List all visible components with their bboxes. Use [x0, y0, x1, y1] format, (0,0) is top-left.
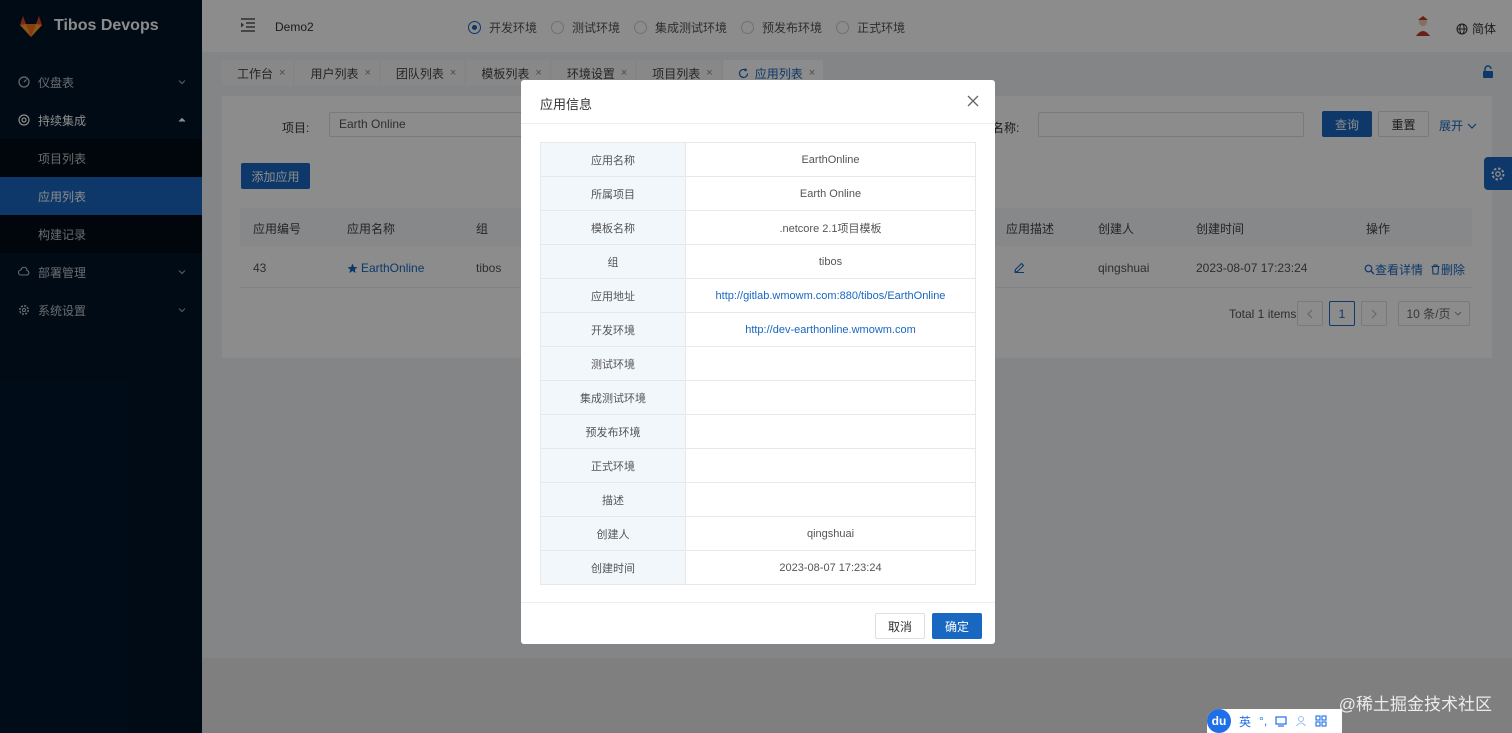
info-value [685, 482, 976, 517]
info-value [685, 380, 976, 415]
info-row: 应用地址 http://gitlab.wmowm.com:880/tibos/Ea… [540, 278, 976, 313]
info-value [685, 414, 976, 449]
info-value: 2023-08-07 17:23:24 [685, 550, 976, 585]
info-value: .netcore 2.1项目模板 [685, 210, 976, 245]
info-row: 应用名称 EarthOnline [540, 142, 976, 177]
info-key: 集成测试环境 [540, 380, 686, 415]
info-row: 正式环境 [540, 448, 976, 483]
info-row: 所属项目 Earth Online [540, 176, 976, 211]
info-row: 创建时间 2023-08-07 17:23:24 [540, 550, 976, 585]
info-key: 模板名称 [540, 210, 686, 245]
info-key: 描述 [540, 482, 686, 517]
grid-icon[interactable] [1315, 715, 1327, 727]
info-key: 组 [540, 244, 686, 279]
info-value: EarthOnline [685, 142, 976, 177]
user-icon[interactable] [1295, 715, 1307, 727]
ime-toolbar[interactable]: du 英 °, [1207, 709, 1342, 733]
dev-env-url-link[interactable]: http://dev-earthonline.wmowm.com [685, 312, 976, 347]
info-value: qingshuai [685, 516, 976, 551]
baidu-ime-logo[interactable]: du [1207, 709, 1231, 733]
info-row: 描述 [540, 482, 976, 517]
info-key: 创建人 [540, 516, 686, 551]
info-value [685, 346, 976, 381]
info-row: 测试环境 [540, 346, 976, 381]
modal-title: 应用信息 [540, 97, 593, 112]
info-key: 应用地址 [540, 278, 686, 313]
close-icon[interactable] [966, 94, 980, 108]
info-row: 预发布环境 [540, 414, 976, 449]
modal-footer: 取消 确定 [521, 602, 995, 644]
info-row: 集成测试环境 [540, 380, 976, 415]
repo-url-link[interactable]: http://gitlab.wmowm.com:880/tibos/EarthO… [685, 278, 976, 313]
info-value [685, 448, 976, 483]
info-value: tibos [685, 244, 976, 279]
info-key: 开发环境 [540, 312, 686, 347]
ok-button[interactable]: 确定 [932, 613, 982, 639]
info-key: 正式环境 [540, 448, 686, 483]
info-key: 所属项目 [540, 176, 686, 211]
punctuation-icon[interactable]: °, [1259, 714, 1267, 728]
info-key: 预发布环境 [540, 414, 686, 449]
ime-mode[interactable]: 英 [1239, 713, 1251, 730]
keyboard-icon[interactable] [1275, 715, 1287, 727]
info-key: 测试环境 [540, 346, 686, 381]
info-row: 组 tibos [540, 244, 976, 279]
cancel-button[interactable]: 取消 [875, 613, 925, 639]
info-row: 创建人 qingshuai [540, 516, 976, 551]
app-info-table: 应用名称 EarthOnline 所属项目 Earth Online 模板名称 .ne… [540, 142, 976, 585]
info-row: 模板名称 .netcore 2.1项目模板 [540, 210, 976, 245]
modal-header: 应用信息 [521, 80, 995, 124]
info-key: 应用名称 [540, 142, 686, 177]
info-value: Earth Online [685, 176, 976, 211]
app-info-modal: 应用信息 应用名称 EarthOnline 所属项目 Earth Online 模板… [521, 80, 995, 644]
watermark: @稀土掘金技术社区 [1338, 695, 1492, 714]
info-row: 开发环境 http://dev-earthonline.wmowm.com [540, 312, 976, 347]
info-key: 创建时间 [540, 550, 686, 585]
